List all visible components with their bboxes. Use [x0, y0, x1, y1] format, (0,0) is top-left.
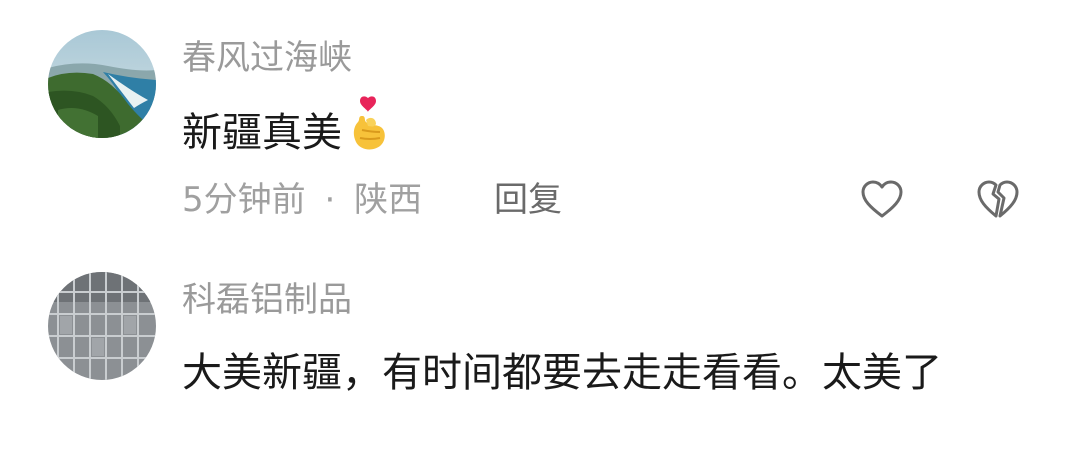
comment-text: 大美新疆，有时间都要去走走看看。太美了 — [182, 350, 942, 396]
avatar[interactable] — [48, 30, 156, 138]
comment-text: 新疆真美 — [182, 96, 1012, 170]
timestamp: 5分钟前 — [182, 180, 306, 220]
location: 陕西 — [354, 180, 423, 220]
comment-item: 科磊铝制品 大美新疆，有时间都要去走走看看。太美了 — [0, 240, 1080, 474]
meta-separator: · — [324, 180, 336, 220]
heart-outline-icon[interactable] — [860, 178, 904, 222]
username[interactable]: 春风过海峡 — [182, 38, 352, 78]
broken-heart-outline-icon[interactable] — [976, 178, 1020, 222]
aluminum-shelving-avatar-image — [48, 272, 156, 380]
username[interactable]: 科磊铝制品 — [182, 280, 352, 320]
finger-heart-emoji-icon — [348, 96, 390, 170]
coastline-landscape-avatar-image — [48, 30, 156, 138]
reply-button[interactable]: 回复 — [494, 180, 562, 220]
avatar[interactable] — [48, 272, 156, 380]
comment-meta: 5分钟前 · 陕西 — [182, 180, 422, 220]
comment-text-content: 新疆真美 — [182, 110, 342, 156]
comment-item: 春风过海峡 新疆真美 5分钟前 · 陕西 回复 — [0, 0, 1080, 240]
